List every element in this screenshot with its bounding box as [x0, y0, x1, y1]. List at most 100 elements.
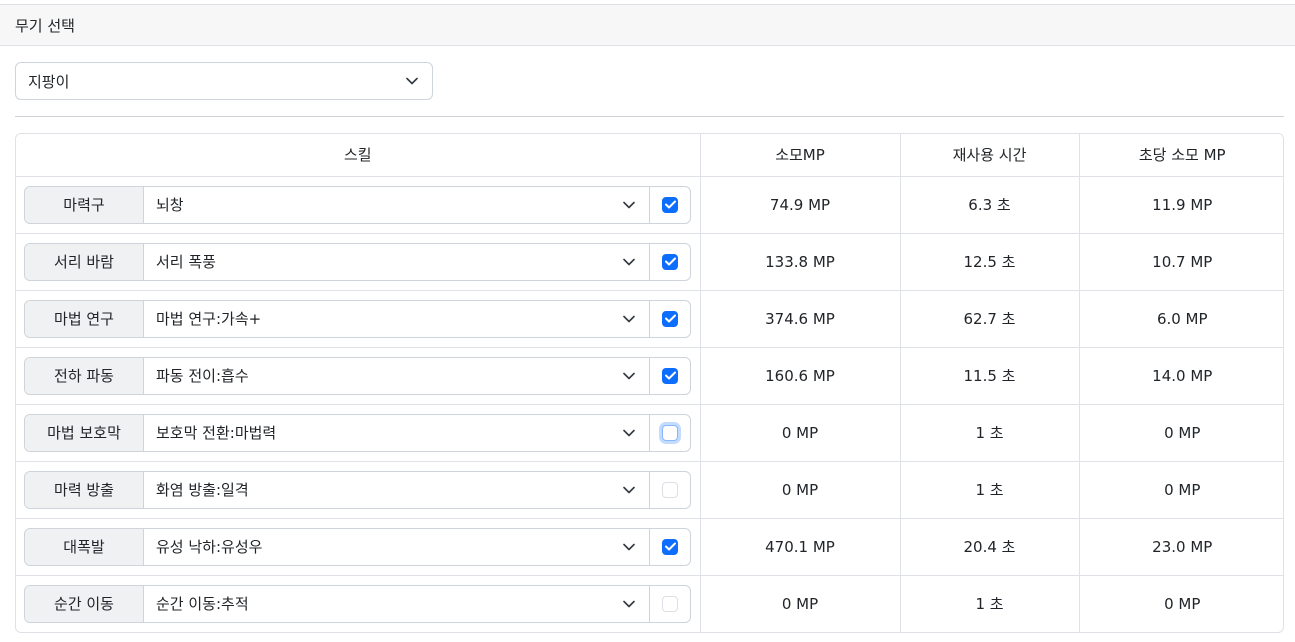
skill-enable-checkbox[interactable]: [662, 595, 678, 612]
skill-enable-checkbox[interactable]: [662, 481, 678, 498]
chevron-down-icon: [623, 543, 635, 551]
skill-select-value: 뇌창: [156, 196, 184, 214]
skill-enable-checkbox-wrap: [650, 529, 690, 565]
skill-enable-checkbox[interactable]: [662, 538, 678, 555]
mp-per-second-cell: 0 MP: [1079, 404, 1283, 462]
chevron-down-icon: [623, 600, 635, 608]
skill-cell: 서리 바람 서리 폭풍: [16, 233, 701, 291]
skill-cell: 마법 보호막 보호막 전환:마법력: [16, 404, 701, 462]
skill-enable-checkbox[interactable]: [662, 367, 678, 384]
skill-category-text: 전하 파동: [54, 367, 114, 385]
skill-enable-checkbox[interactable]: [662, 196, 678, 213]
skill-input-group: 마력 방출 화염 방출:일격: [24, 470, 691, 509]
cooldown-cell: 20.4 초: [900, 518, 1080, 576]
skill-category-label: 전하 파동: [25, 357, 144, 394]
column-header-skill: 스킬: [16, 134, 701, 177]
mp-cost-cell: 374.6 MP: [700, 290, 901, 348]
skill-cell: 마법 연구 마법 연구:가속+: [16, 290, 701, 348]
skill-select-dropdown[interactable]: 보호막 전환:마법력: [144, 414, 650, 451]
skill-cell: 마력구 뇌창: [16, 176, 701, 234]
table-row: 서리 바람 서리 폭풍 133.8 MP 12.5 초 10.7 MP: [16, 233, 1283, 291]
skill-select-dropdown[interactable]: 서리 폭풍: [144, 243, 650, 280]
skill-category-text: 대폭발: [63, 538, 105, 556]
check-icon: [664, 371, 676, 380]
skill-select-value: 유성 낙하:유성우: [156, 538, 263, 556]
mp-per-second-cell: 10.7 MP: [1079, 233, 1283, 291]
skill-select-value: 파동 전이:흡수: [156, 367, 249, 385]
skill-category-label: 순간 이동: [25, 585, 144, 622]
column-header-mp-cost: 소모MP: [700, 134, 901, 177]
skill-select-dropdown[interactable]: 뇌창: [144, 186, 650, 223]
skill-enable-checkbox-wrap: [650, 301, 690, 337]
chevron-down-icon: [623, 372, 635, 380]
skill-enable-checkbox-wrap: [650, 472, 690, 508]
skill-enable-checkbox-wrap: [650, 244, 690, 280]
skill-select-value: 서리 폭풍: [156, 253, 216, 271]
skill-input-group: 서리 바람 서리 폭풍: [24, 242, 691, 281]
skill-category-label: 마법 보호막: [25, 414, 144, 451]
mp-per-second-cell: 14.0 MP: [1079, 347, 1283, 405]
cooldown-cell: 6.3 초: [900, 176, 1080, 234]
mp-cost-cell: 0 MP: [700, 404, 901, 462]
table-row: 마력구 뇌창 74.9 MP 6.3 초 11.9 MP: [16, 176, 1283, 234]
mp-cost-cell: 470.1 MP: [700, 518, 901, 576]
skill-cell: 순간 이동 순간 이동:추적: [16, 575, 701, 632]
skill-input-group: 순간 이동 순간 이동:추적: [24, 584, 691, 623]
skill-select-value: 마법 연구:가속+: [156, 310, 262, 328]
skill-input-group: 대폭발 유성 낙하:유성우: [24, 527, 691, 566]
chevron-down-icon: [406, 77, 418, 85]
page-title: 무기 선택: [15, 16, 75, 35]
skill-category-text: 마력 방출: [54, 481, 114, 499]
table-row: 전하 파동 파동 전이:흡수 160.6 MP 11.5 초 14.0 MP: [16, 347, 1283, 405]
skill-select-value: 화염 방출:일격: [156, 481, 249, 499]
check-icon: [664, 257, 676, 266]
mp-per-second-cell: 0 MP: [1164, 594, 1201, 613]
skill-select-dropdown[interactable]: 마법 연구:가속+: [144, 300, 650, 337]
mp-per-second-cell: 0 MP: [1079, 461, 1283, 519]
skill-cell: 마력 방출 화염 방출:일격: [16, 461, 701, 519]
skill-input-group: 전하 파동 파동 전이:흡수: [24, 356, 691, 395]
cooldown-cell: 11.5 초: [900, 347, 1080, 405]
skill-select-dropdown[interactable]: 순간 이동:추적: [144, 585, 650, 622]
weapon-select-header: 무기 선택: [0, 4, 1295, 46]
column-header-cooldown: 재사용 시간: [900, 134, 1080, 177]
table-row: 마법 보호막 보호막 전환:마법력 0 MP 1 초 0 MP: [16, 404, 1283, 462]
mp-cost-cell: 0 MP: [700, 461, 901, 519]
mp-cost-cell: 0 MP: [700, 575, 901, 632]
weapon-select-dropdown[interactable]: 지팡이: [15, 62, 433, 100]
skill-category-label: 마법 연구: [25, 300, 144, 337]
skill-category-label: 대폭발: [25, 528, 144, 565]
skill-enable-checkbox[interactable]: [662, 310, 678, 327]
skill-category-label: 마력 방출: [25, 471, 144, 508]
mp-per-second-cell: 11.9 MP: [1079, 176, 1283, 234]
skill-enable-checkbox[interactable]: [662, 253, 678, 270]
chevron-down-icon: [623, 315, 635, 323]
skill-input-group: 마법 보호막 보호막 전환:마법력: [24, 413, 691, 452]
chevron-down-icon: [623, 486, 635, 494]
skill-input-group: 마력구 뇌창: [24, 185, 691, 224]
table-row: 순간 이동 순간 이동:추적 0 MP 1 초 0 MP: [16, 575, 1283, 632]
skill-select-dropdown[interactable]: 화염 방출:일격: [144, 471, 650, 508]
skill-enable-checkbox[interactable]: [662, 424, 678, 441]
skill-select-value: 순간 이동:추적: [156, 595, 249, 614]
skill-category-text: 마법 보호막: [47, 424, 121, 442]
skill-select-dropdown[interactable]: 파동 전이:흡수: [144, 357, 650, 394]
table-row: 대폭발 유성 낙하:유성우 470.1 MP 20.4 초 23.0 MP: [16, 518, 1283, 576]
mp-cost-cell: 133.8 MP: [700, 233, 901, 291]
skill-category-text: 마법 연구: [54, 310, 114, 328]
table-row: 마력 방출 화염 방출:일격 0 MP 1 초 0 MP: [16, 461, 1283, 519]
skill-select-dropdown[interactable]: 유성 낙하:유성우: [144, 528, 650, 565]
skill-cell: 대폭발 유성 낙하:유성우: [16, 518, 701, 576]
skill-category-label: 서리 바람: [25, 243, 144, 280]
cooldown-cell: 1 초: [900, 404, 1080, 462]
cooldown-cell: 1 초: [900, 575, 1080, 632]
table-header-row: 스킬 소모MP 재사용 시간 초당 소모 MP: [16, 134, 1283, 177]
skill-enable-checkbox-wrap: [650, 586, 690, 622]
check-icon: [664, 542, 676, 551]
skill-enable-checkbox-wrap: [650, 415, 690, 451]
skill-table: 스킬 소모MP 재사용 시간 초당 소모 MP 마력구 뇌창 74.9 MP 6…: [15, 133, 1284, 633]
cooldown-cell: 62.7 초: [900, 290, 1080, 348]
skill-category-text: 서리 바람: [54, 253, 114, 271]
cooldown-cell: 1 초: [900, 461, 1080, 519]
chevron-down-icon: [623, 429, 635, 437]
